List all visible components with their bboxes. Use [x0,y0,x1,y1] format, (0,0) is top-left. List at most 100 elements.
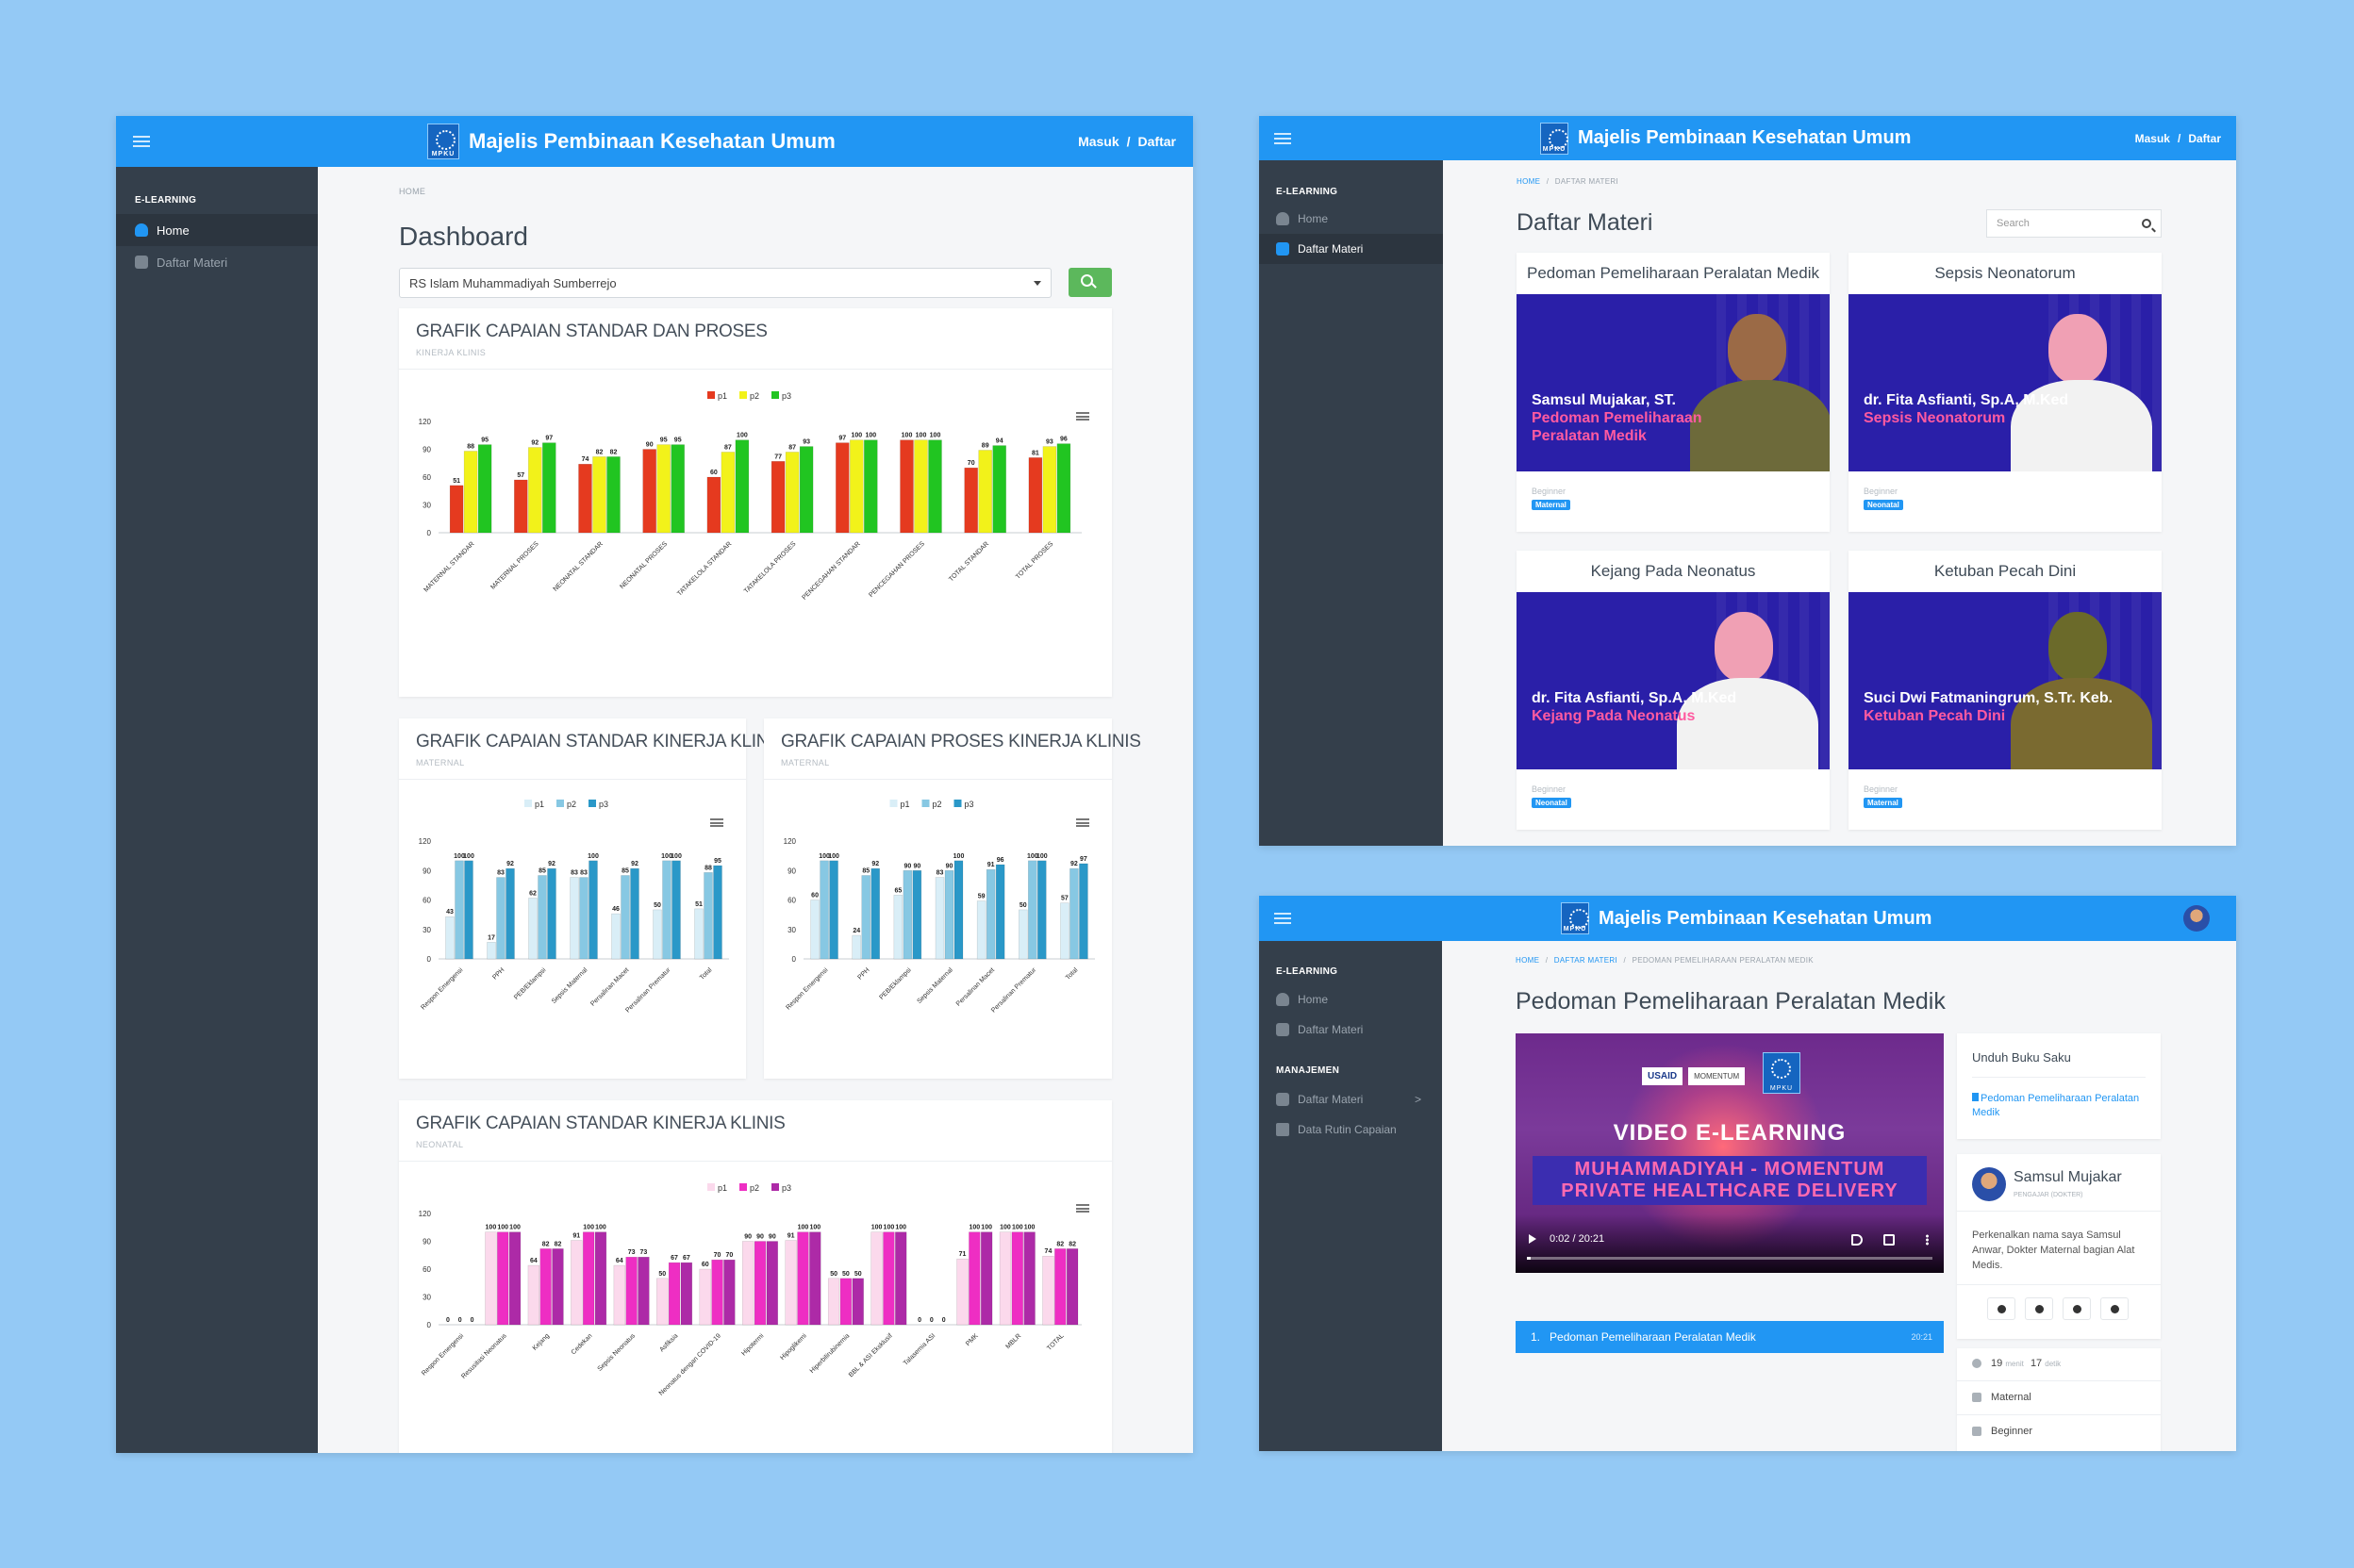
search-button[interactable] [1069,268,1112,297]
category-badge[interactable]: Neonatal [1864,500,1903,510]
x-tick-label: BBL & ASI Eksklusif [848,1332,894,1378]
twitter-icon[interactable] [2025,1297,2053,1320]
search-input[interactable]: Search [1986,209,2162,238]
bar [464,860,473,960]
data-label: 95 [660,437,668,444]
category-badge[interactable]: Maternal [1864,798,1902,808]
material-title[interactable]: Kejang Pada Neonatus [1517,551,1830,592]
file-icon [1276,1123,1289,1136]
legend-swatch [953,800,962,807]
bar [642,449,656,534]
x-tick-label: Hiperbilirubinemia [809,1332,852,1375]
login-link[interactable]: Masuk [1078,134,1119,149]
breadcrumb-daftar-materi[interactable]: DAFTAR MATERI [1554,956,1617,965]
bar [852,934,861,960]
material-card[interactable]: Kejang Pada Neonatus dr. Fita Asfianti, … [1517,551,1830,830]
data-label: 100 [583,1225,594,1231]
video-progress-bar[interactable] [1527,1257,1932,1260]
sidebar-heading: E-LEARNING [135,195,197,206]
breadcrumb[interactable]: HOME [399,187,425,196]
data-label: 51 [695,901,703,908]
data-label: 70 [714,1252,721,1259]
play-icon[interactable] [1529,1234,1536,1244]
category-badge[interactable]: Maternal [1532,500,1570,510]
material-title[interactable]: Ketuban Pecah Dini [1848,551,2162,592]
data-label: 100 [1000,1225,1011,1231]
search-icon[interactable] [2142,219,2151,228]
fullscreen-icon[interactable] [1883,1234,1895,1246]
hamburger-menu-icon[interactable] [1274,132,1291,144]
data-label: 91 [572,1233,580,1240]
category-badge[interactable]: Neonatal [1532,798,1571,808]
sidebar-item-home[interactable]: Home [1259,984,1442,1015]
y-tick-label: 30 [423,1294,431,1302]
video-time: 0:02 / 20:21 [1550,1233,1605,1245]
instagram-icon[interactable] [2063,1297,2091,1320]
material-title[interactable]: Sepsis Neonatorum [1848,253,2162,294]
data-label: 100 [895,1225,906,1231]
speaker-photo [2011,604,2152,769]
dashboard-window: Majelis Pembinaan Kesehatan Umum Masuk/D… [116,116,1193,1453]
register-link[interactable]: Daftar [1138,134,1176,149]
data-label: 87 [724,444,732,451]
material-card[interactable]: Sepsis Neonatorum dr. Fita Asfianti, Sp.… [1848,253,2162,532]
bar [671,444,685,534]
material-thumbnail[interactable]: Suci Dwi Fatmaningrum, S.Tr. Keb. Ketuba… [1848,592,2162,769]
bar [653,909,662,960]
sidebar-item-manajemen-daftar-materi[interactable]: Daftar Materi > [1259,1084,1442,1114]
material-card[interactable]: Pedoman Pemeliharaan Peralatan Medik Sam… [1517,253,1830,532]
material-thumbnail[interactable]: dr. Fita Asfianti, Sp.A, M.Ked Sepsis Ne… [1848,294,2162,471]
data-label: 71 [959,1251,967,1258]
login-link[interactable]: Masuk [2135,132,2170,145]
data-label: 24 [853,928,860,934]
user-avatar[interactable] [2183,905,2210,932]
bar [621,875,630,960]
more-options-icon[interactable] [1926,1234,1929,1246]
x-tick-label: Total [699,966,714,982]
breadcrumb-home[interactable]: HOME [1517,177,1540,186]
x-tick-label: MBLR [1005,1332,1023,1350]
brand[interactable]: Majelis Pembinaan Kesehatan Umum [1540,122,1911,155]
sidebar-item-daftar-materi[interactable]: Daftar Materi [116,246,318,278]
hospital-select[interactable]: RS Islam Muhammadiyah Sumberrejo [399,268,1052,298]
sidebar-item-home[interactable]: Home [1259,204,1443,234]
bar [992,445,1006,534]
sidebar-item-daftar-materi[interactable]: Daftar Materi [1259,1015,1442,1045]
sidebar-item-data-rutin-capaian[interactable]: Data Rutin Capaian [1259,1114,1442,1145]
volume-icon[interactable] [1851,1234,1863,1246]
sidebar-item-home[interactable]: Home [116,214,318,246]
data-label: 83 [580,870,588,877]
brand[interactable]: Majelis Pembinaan Kesehatan Umum [427,124,836,159]
x-tick-label: Kejang [532,1332,551,1351]
hamburger-menu-icon[interactable] [1274,913,1291,924]
usaid-logo: USAID [1642,1067,1683,1085]
material-detail-window: Majelis Pembinaan Kesehatan Umum E-LEARN… [1259,896,2236,1451]
material-thumbnail[interactable]: dr. Fita Asfianti, Sp.A, M.Ked Kejang Pa… [1517,592,1830,769]
brand[interactable]: Majelis Pembinaan Kesehatan Umum [1561,902,1931,934]
hamburger-menu-icon[interactable] [133,136,150,147]
speaker-name: Suci Dwi Fatmaningrum, S.Tr. Keb. [1864,690,2114,706]
data-label: 95 [714,858,721,865]
bar [903,870,913,960]
material-card[interactable]: Ketuban Pecah Dini Suci Dwi Fatmaningrum… [1848,551,2162,830]
download-link[interactable]: Pedoman Pemeliharaan Peralatan Medik [1972,1092,2147,1120]
card-title: GRAFIK CAPAIAN STANDAR DAN PROSES [416,322,768,341]
playlist-item[interactable]: 1. Pedoman Pemeliharaan Peralatan Medik … [1516,1321,1944,1353]
github-icon[interactable] [2100,1297,2129,1320]
material-title[interactable]: Pedoman Pemeliharaan Peralatan Medik [1517,253,1830,294]
bar [964,467,978,534]
register-link[interactable]: Daftar [2188,132,2221,145]
mpku-logo [1561,902,1589,934]
breadcrumb-home[interactable]: HOME [1516,956,1539,965]
video-player[interactable]: USAID MOMENTUM VIDEO E-LEARNING MUHAMMAD… [1516,1033,1944,1273]
data-label: 100 [588,853,599,860]
sidebar-heading: E-LEARNING [1276,966,1338,977]
bar [625,1256,638,1326]
material-thumbnail[interactable]: Samsul Mujakar, ST. Pedoman Pemeliharaan… [1517,294,1830,471]
user-icon [135,223,148,237]
sidebar-item-daftar-materi[interactable]: Daftar Materi [1259,234,1443,264]
data-label: 74 [582,456,589,463]
data-label: 100 [737,433,748,439]
facebook-icon[interactable] [1987,1297,2015,1320]
y-tick-label: 90 [787,867,796,875]
